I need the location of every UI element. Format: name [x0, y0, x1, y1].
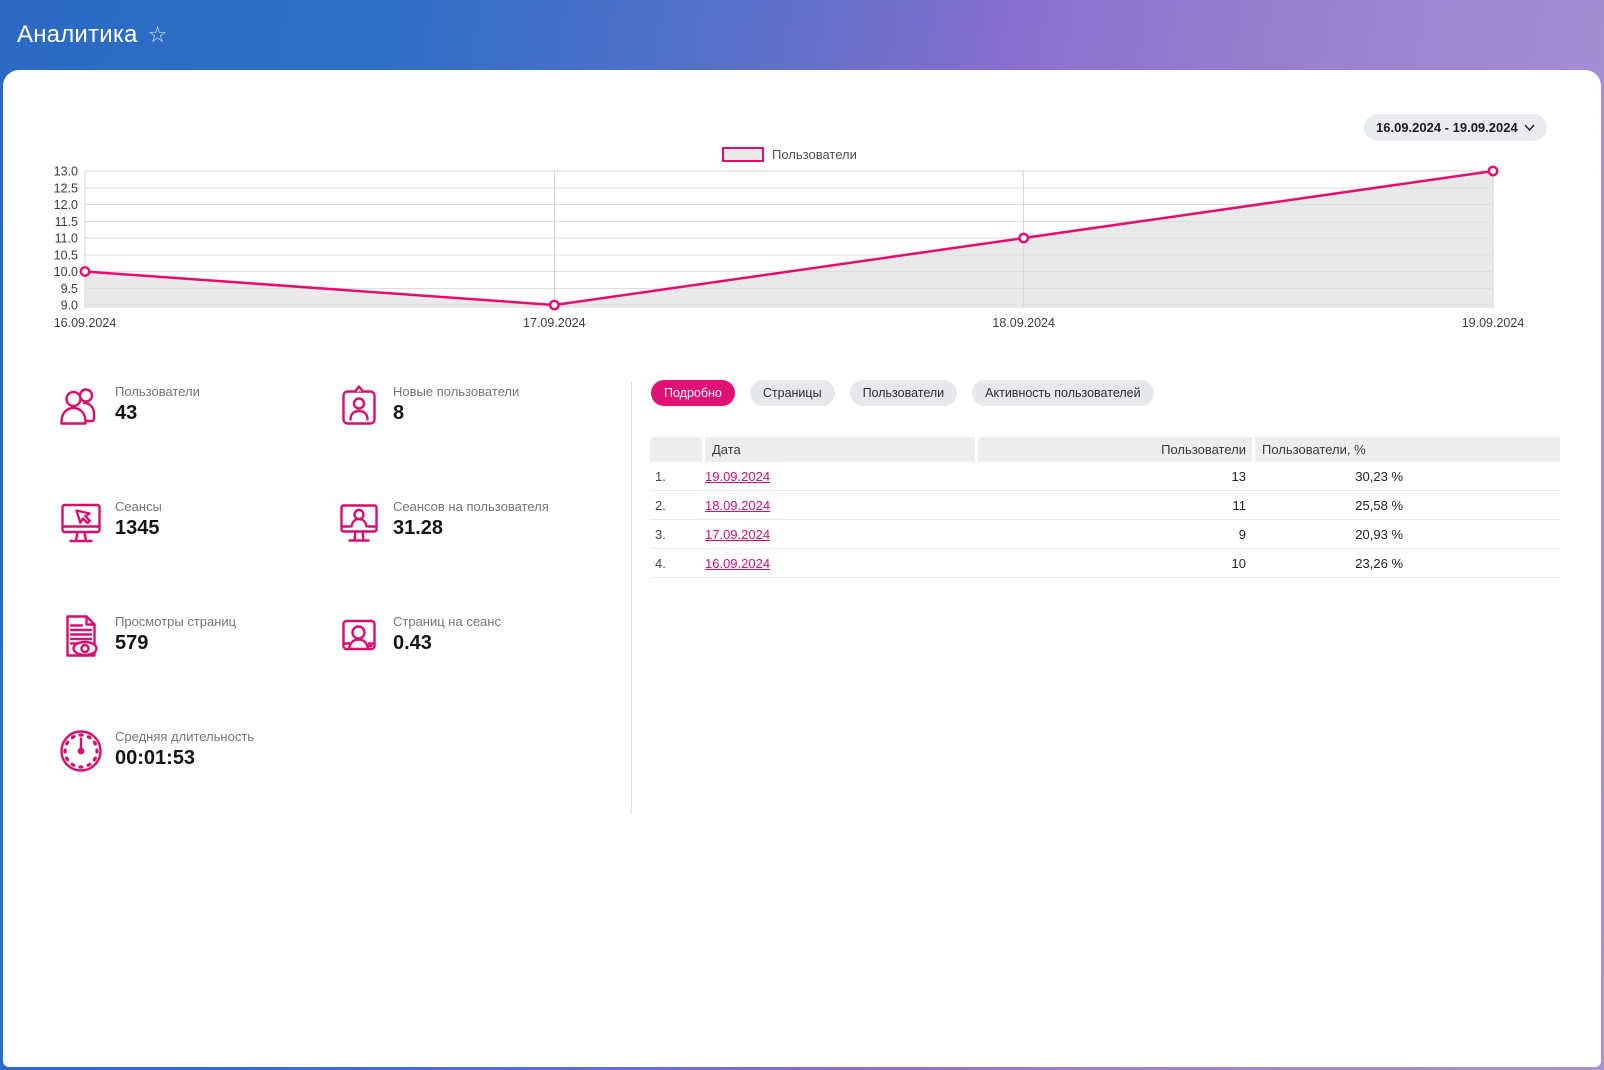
app-header: Аналитика ☆	[0, 0, 1604, 70]
row-index: 2.	[650, 498, 702, 513]
stat-label: Просмотры страниц	[115, 612, 236, 629]
users-icon	[57, 382, 105, 430]
stat-pageviews: Просмотры страниц 579	[57, 612, 335, 727]
legend-label: Пользователи	[772, 147, 857, 162]
monitor-person-icon	[335, 612, 383, 660]
tab-user-activity[interactable]: Активность пользователей	[972, 380, 1153, 406]
date-link[interactable]: 16.09.2024	[705, 556, 770, 571]
date-link[interactable]: 18.09.2024	[705, 498, 770, 513]
users-value: 10	[978, 556, 1252, 571]
table-row: 3. 17.09.2024 9 20,93 %	[650, 520, 1560, 549]
col-users: Пользователи	[978, 437, 1252, 462]
stat-label: Сеансов на пользователя	[393, 497, 549, 514]
row-index: 3.	[650, 527, 702, 542]
stat-new-users: Новые пользователи 8	[335, 382, 613, 497]
users-value: 11	[978, 498, 1252, 513]
stat-label: Сеансы	[115, 497, 162, 514]
stat-label: Пользователи	[115, 382, 200, 399]
date-range-value: 16.09.2024 - 19.09.2024	[1376, 120, 1518, 135]
new-user-badge-icon	[335, 382, 383, 430]
stat-value: 0.43	[393, 632, 501, 655]
users-percent-value: 23,26 %	[1255, 556, 1560, 571]
users-percent-value: 30,23 %	[1255, 469, 1560, 484]
date-link[interactable]: 17.09.2024	[705, 527, 770, 542]
stat-value: 1345	[115, 517, 162, 540]
chevron-down-icon	[1524, 124, 1535, 131]
monitor-user-icon	[335, 497, 383, 545]
users-value: 13	[978, 469, 1252, 484]
date-range-selector[interactable]: 16.09.2024 - 19.09.2024	[1364, 114, 1547, 141]
document-eye-icon	[57, 612, 105, 660]
stat-value: 8	[393, 402, 519, 425]
stat-label: Средняя длительность	[115, 727, 254, 744]
clock-icon	[57, 727, 105, 775]
date-link[interactable]: 19.09.2024	[705, 469, 770, 484]
detail-tabs: Подробно Страницы Пользователи Активност…	[651, 380, 1154, 406]
col-index	[650, 437, 702, 462]
stat-users: Пользователи 43	[57, 382, 335, 497]
tab-details[interactable]: Подробно	[651, 380, 735, 406]
chart-legend: Пользователи	[722, 147, 857, 162]
row-index: 4.	[650, 556, 702, 571]
table-header: Дата Пользователи Пользователи, %	[650, 437, 1560, 462]
stat-label: Новые пользователи	[393, 382, 519, 399]
table-row: 4. 16.09.2024 10 23,26 %	[650, 549, 1560, 578]
legend-swatch	[722, 147, 764, 162]
page-title: Аналитика	[17, 21, 138, 49]
users-by-date-table: Дата Пользователи Пользователи, % 1. 19.…	[650, 437, 1560, 578]
stat-sessions-per-user: Сеансов на пользователя 31.28	[335, 497, 613, 612]
stat-value: 31.28	[393, 517, 549, 540]
table-row: 1. 19.09.2024 13 30,23 %	[650, 462, 1560, 491]
tab-pages[interactable]: Страницы	[750, 380, 835, 406]
monitor-cursor-icon	[57, 497, 105, 545]
row-index: 1.	[650, 469, 702, 484]
stat-label: Страниц на сеанс	[393, 612, 501, 629]
favorite-star-icon[interactable]: ☆	[148, 22, 168, 48]
users-value: 9	[978, 527, 1252, 542]
panel-divider	[631, 382, 632, 814]
stat-sessions: Сеансы 1345	[57, 497, 335, 612]
col-date: Дата	[705, 437, 975, 462]
stat-value: 00:01:53	[115, 747, 254, 770]
users-percent-value: 20,93 %	[1255, 527, 1560, 542]
tab-users[interactable]: Пользователи	[850, 380, 958, 406]
stats-grid: Пользователи 43 Новые пользователи 8 Сеа…	[57, 382, 613, 842]
table-row: 2. 18.09.2024 11 25,58 %	[650, 491, 1560, 520]
stat-pages-per-session: Страниц на сеанс 0.43	[335, 612, 613, 727]
col-users-percent: Пользователи, %	[1255, 437, 1560, 462]
stat-avg-duration: Средняя длительность 00:01:53	[57, 727, 335, 842]
stat-value: 579	[115, 632, 236, 655]
stat-value: 43	[115, 402, 200, 425]
users-percent-value: 25,58 %	[1255, 498, 1560, 513]
